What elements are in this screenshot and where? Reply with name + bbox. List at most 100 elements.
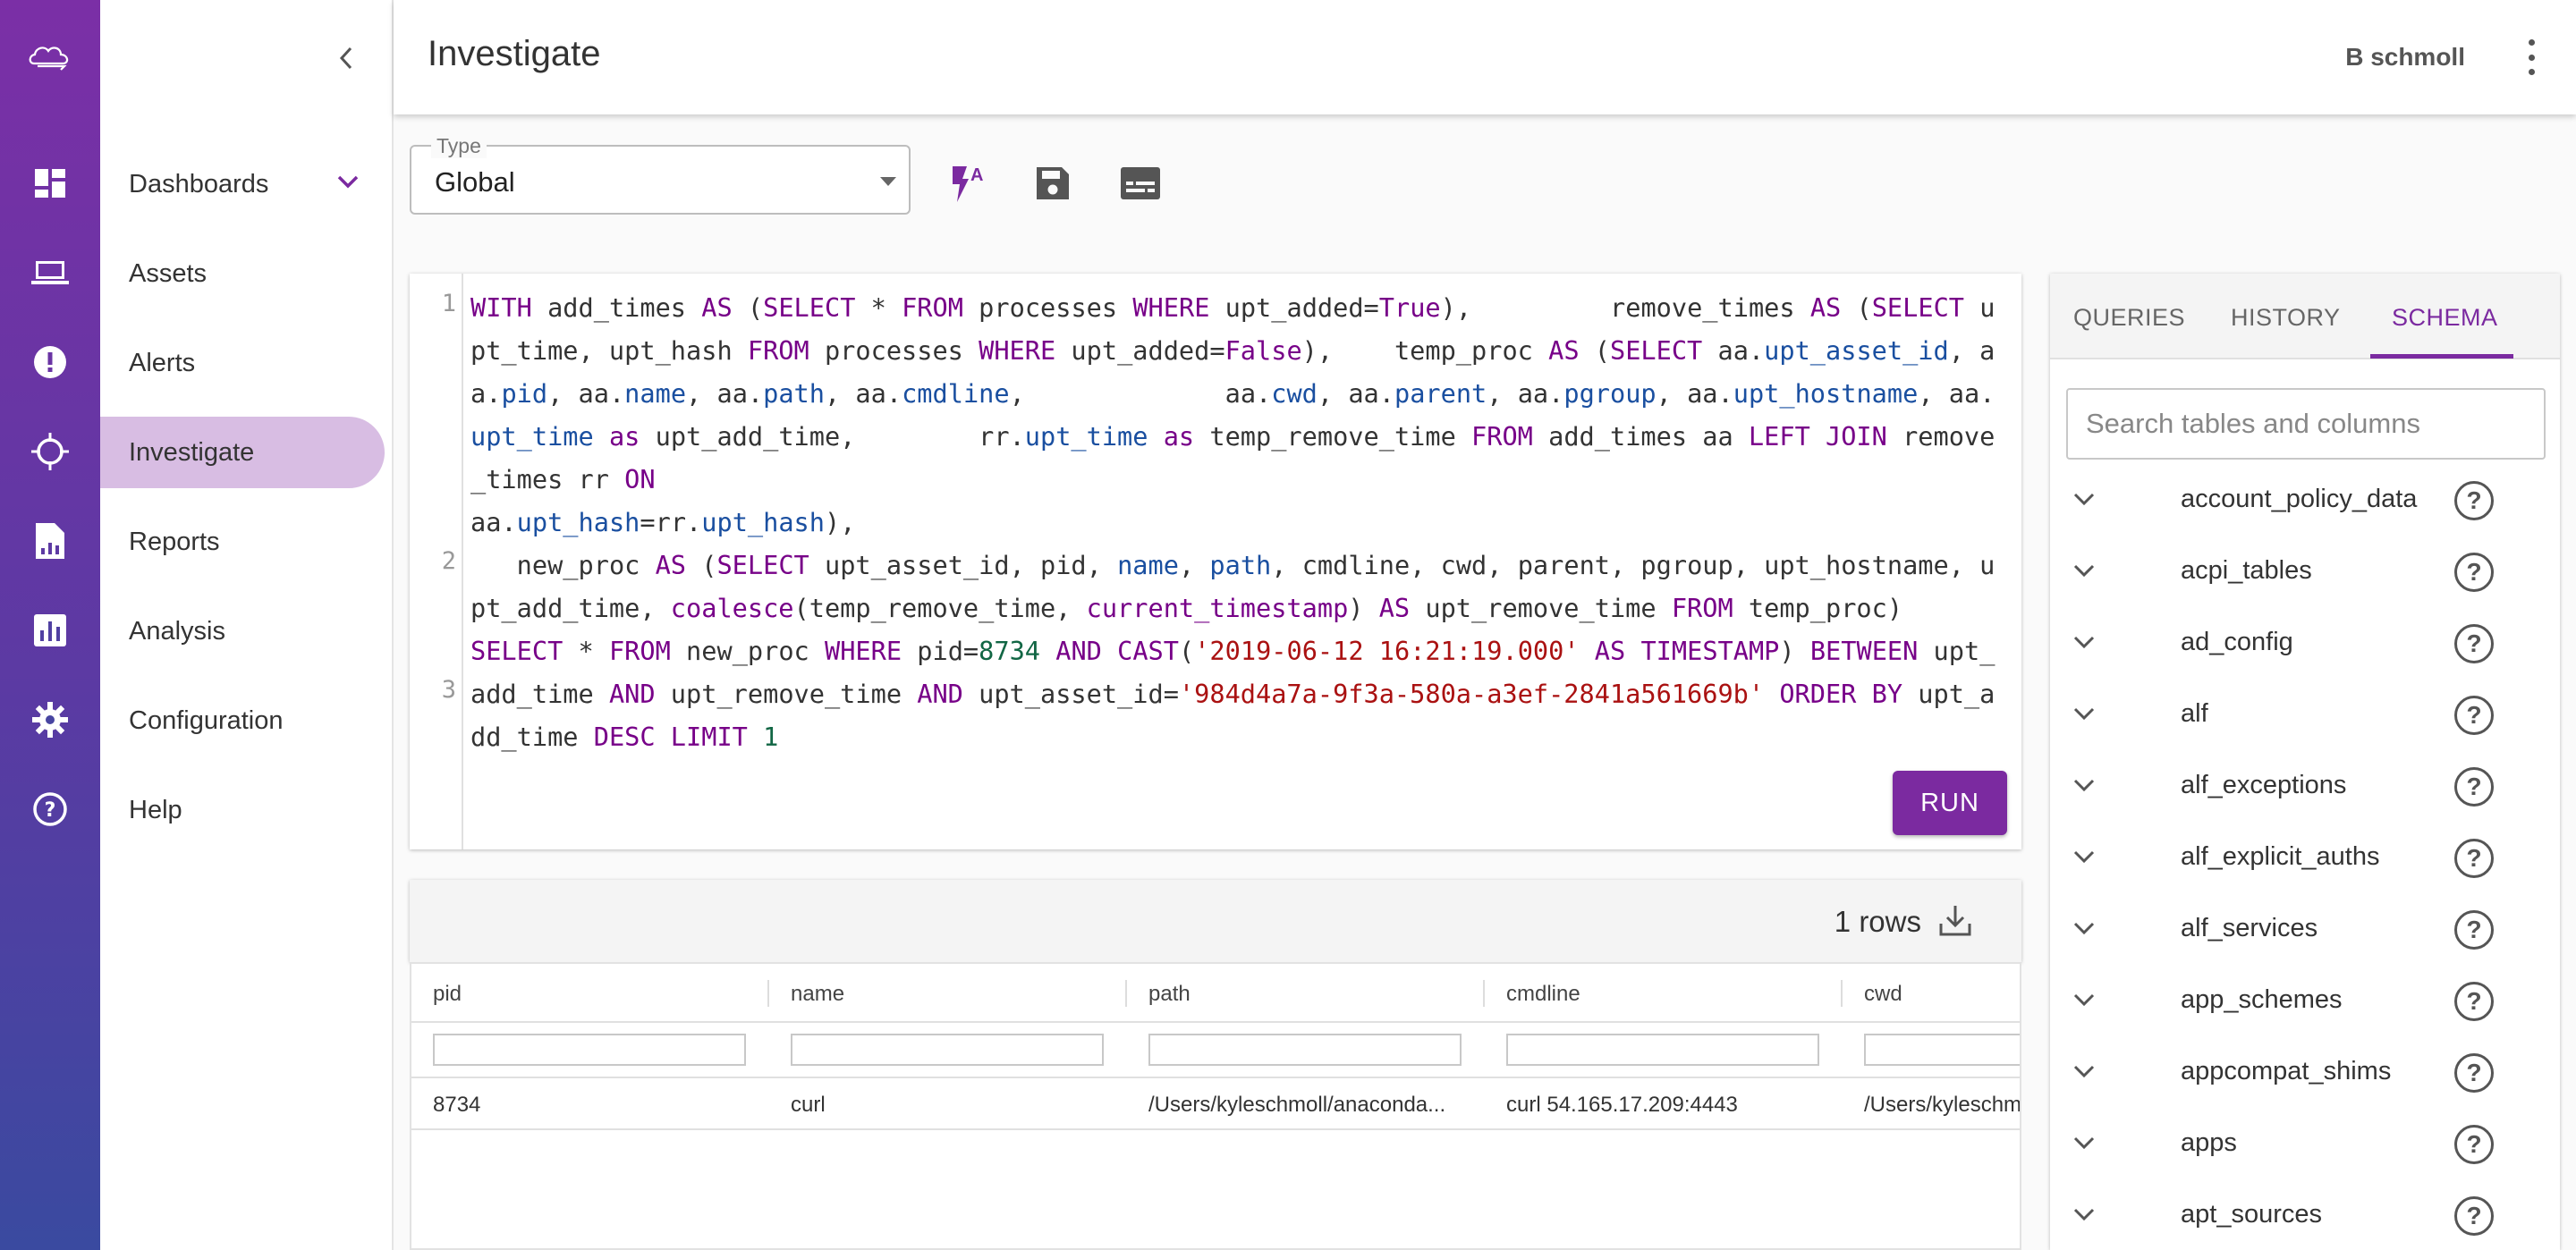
help-icon[interactable]: ? xyxy=(2454,982,2494,1021)
run-button[interactable]: RUN xyxy=(1893,771,2007,835)
chevron-down-icon[interactable] xyxy=(2068,483,2100,515)
collapse-nav-button[interactable] xyxy=(324,36,369,80)
schema-search[interactable] xyxy=(2066,388,2546,460)
chevron-down-icon[interactable] xyxy=(2068,1127,2100,1159)
svg-text:A: A xyxy=(970,165,983,185)
cloud-logo-icon[interactable] xyxy=(0,0,100,114)
schema-search-input[interactable] xyxy=(2086,406,2524,442)
filter-input-cwd[interactable] xyxy=(1864,1034,2020,1066)
schema-table-row[interactable]: app_schemes ? xyxy=(2050,964,2560,1035)
nav-item-analysis[interactable]: Analysis xyxy=(100,595,385,667)
schema-table-row[interactable]: apps ? xyxy=(2050,1107,2560,1178)
schema-table-row[interactable]: appcompat_shims ? xyxy=(2050,1035,2560,1107)
schema-table-name[interactable]: alf_services xyxy=(2181,914,2318,943)
nav-item-help[interactable]: Help xyxy=(100,774,385,846)
table-row[interactable]: 8734 curl /Users/kyleschmoll/anaconda...… xyxy=(411,1078,2021,1130)
table-cell: /Users/kyleschmoll/ xyxy=(1864,1093,2021,1117)
column-header[interactable]: cmdline xyxy=(1506,982,1580,1007)
chevron-down-icon[interactable] xyxy=(2068,1198,2100,1230)
help-icon[interactable]: ? xyxy=(2454,1125,2494,1164)
chevron-down-icon[interactable] xyxy=(2068,769,2100,801)
schema-table-name[interactable]: appcompat_shims xyxy=(2181,1057,2391,1086)
chevron-down-icon[interactable] xyxy=(2068,984,2100,1016)
nav-item-investigate[interactable]: Investigate xyxy=(100,417,385,488)
filter-input-pid[interactable] xyxy=(433,1034,746,1066)
schema-table-row[interactable]: alf ? xyxy=(2050,678,2560,749)
filter-input-cmdline[interactable] xyxy=(1506,1034,1819,1066)
user-name[interactable]: B schmoll xyxy=(2345,43,2465,72)
report-icon[interactable] xyxy=(0,510,100,572)
chevron-down-icon[interactable] xyxy=(2068,1055,2100,1087)
help-icon[interactable]: ? xyxy=(2454,553,2494,592)
chevron-down-icon[interactable] xyxy=(2068,626,2100,658)
dashboard-icon[interactable] xyxy=(0,152,100,215)
tab-queries[interactable]: QUERIES xyxy=(2073,304,2185,332)
nav-item-dashboards[interactable]: Dashboards xyxy=(100,148,385,220)
dropdown-arrow-icon xyxy=(880,177,896,186)
schema-table-row[interactable]: account_policy_data ? xyxy=(2050,463,2560,535)
page-header: Investigate B schmoll xyxy=(394,0,2576,114)
schema-table-row[interactable]: acpi_tables ? xyxy=(2050,535,2560,606)
column-header[interactable]: cwd xyxy=(1864,982,1902,1007)
tab-schema[interactable]: SCHEMA xyxy=(2392,304,2498,332)
type-select[interactable]: Type Global xyxy=(410,134,911,215)
type-select-value: Global xyxy=(435,166,515,198)
chevron-down-icon[interactable] xyxy=(2068,840,2100,873)
chevron-down-icon[interactable] xyxy=(2068,554,2100,587)
help-icon[interactable]: ? xyxy=(2454,839,2494,878)
nav-item-assets[interactable]: Assets xyxy=(100,238,385,309)
help-icon[interactable]: ? xyxy=(2454,481,2494,520)
filter-input-path[interactable] xyxy=(1148,1034,1462,1066)
schema-table-row[interactable]: alf_exceptions ? xyxy=(2050,749,2560,821)
table-header: pid name path cmdline cwd xyxy=(411,964,2020,1023)
laptop-icon[interactable] xyxy=(0,241,100,304)
more-options-icon[interactable] xyxy=(2522,39,2540,75)
schema-table-name[interactable]: acpi_tables xyxy=(2181,556,2312,586)
tab-history[interactable]: HISTORY xyxy=(2231,304,2341,332)
schema-table-row[interactable]: ad_config ? xyxy=(2050,606,2560,678)
schema-table-name[interactable]: apt_sources xyxy=(2181,1200,2322,1229)
gear-icon[interactable] xyxy=(0,688,100,751)
schema-table-name[interactable]: alf xyxy=(2181,699,2208,729)
chevron-down-icon[interactable] xyxy=(2068,912,2100,944)
analysis-icon[interactable] xyxy=(0,599,100,662)
schema-table-name[interactable]: alf_exceptions xyxy=(2181,771,2346,800)
filter-input-name[interactable] xyxy=(791,1034,1104,1066)
column-separator[interactable] xyxy=(1483,980,1485,1007)
schema-table-name[interactable]: alf_explicit_auths xyxy=(2181,842,2379,872)
sql-editor[interactable]: 1 2 3 WITH add_times AS (SELECT * FROM p… xyxy=(410,274,2021,849)
column-separator[interactable] xyxy=(1841,980,1843,1007)
schema-table-row[interactable]: alf_services ? xyxy=(2050,892,2560,964)
help-icon[interactable]: ? xyxy=(2454,1196,2494,1236)
schema-table-name[interactable]: apps xyxy=(2181,1128,2237,1158)
chevron-down-icon[interactable] xyxy=(335,168,361,202)
column-header[interactable]: name xyxy=(791,982,844,1007)
help-icon[interactable]: ? xyxy=(2454,910,2494,950)
help-icon[interactable]: ? xyxy=(2454,767,2494,807)
sql-code[interactable]: WITH add_times AS (SELECT * FROM process… xyxy=(470,286,2009,758)
help-icon[interactable]: ? xyxy=(2454,624,2494,663)
column-separator[interactable] xyxy=(1125,980,1127,1007)
schema-table-row[interactable]: alf_explicit_auths ? xyxy=(2050,821,2560,892)
help-icon[interactable]: ? xyxy=(2454,1053,2494,1093)
schema-table-name[interactable]: ad_config xyxy=(2181,628,2293,657)
save-icon[interactable] xyxy=(1030,161,1075,206)
format-icon[interactable]: A xyxy=(946,161,991,206)
alert-icon[interactable] xyxy=(0,331,100,393)
schema-table-row[interactable]: apt_sources ? xyxy=(2050,1178,2560,1250)
schema-table-name[interactable]: account_policy_data xyxy=(2181,485,2417,514)
help-icon[interactable]: ? xyxy=(2454,696,2494,735)
column-header[interactable]: pid xyxy=(433,982,462,1007)
schema-table-name[interactable]: app_schemes xyxy=(2181,985,2343,1015)
column-separator[interactable] xyxy=(767,980,769,1007)
download-icon[interactable] xyxy=(1936,901,1975,941)
nav-item-configuration[interactable]: Configuration xyxy=(100,685,385,756)
chevron-down-icon[interactable] xyxy=(2068,697,2100,730)
column-header[interactable]: path xyxy=(1148,982,1191,1007)
help-icon[interactable]: ? xyxy=(0,778,100,840)
nav-item-alerts[interactable]: Alerts xyxy=(100,327,385,399)
nav-item-reports[interactable]: Reports xyxy=(100,506,385,578)
line-number: 3 xyxy=(441,676,456,704)
subtitles-icon[interactable] xyxy=(1118,161,1163,206)
crosshair-icon[interactable] xyxy=(0,420,100,483)
